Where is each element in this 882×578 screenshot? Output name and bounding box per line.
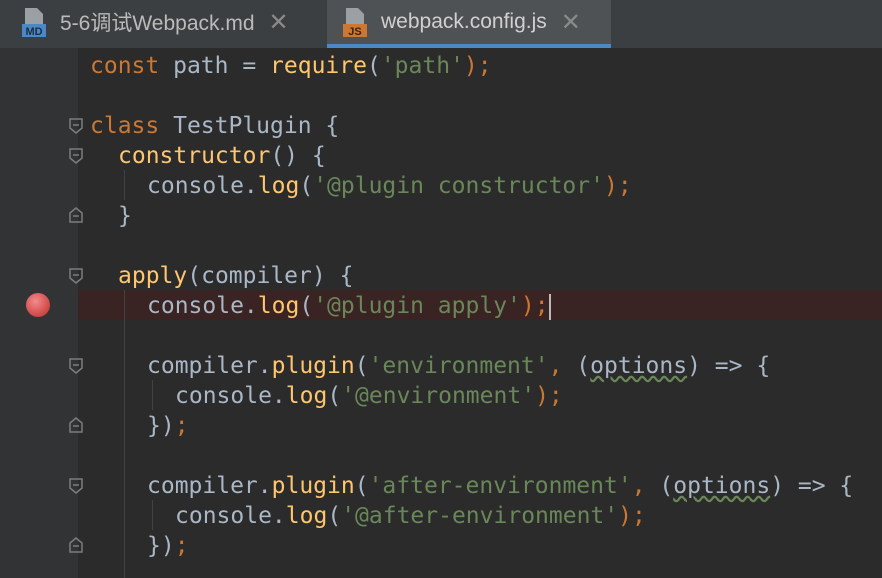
code-line[interactable]: console.log('@plugin constructor'); — [147, 171, 632, 201]
fold-open-icon[interactable] — [68, 147, 84, 165]
indent-guide — [152, 380, 153, 410]
fold-close-icon[interactable] — [68, 416, 84, 434]
editor-tab-bar: MD 5-6调试Webpack.md ✕ JS webpack.config.j… — [0, 0, 882, 49]
code-line[interactable]: compiler.plugin('environment', (options)… — [147, 351, 770, 381]
fold-close-icon[interactable] — [68, 536, 84, 554]
fold-open-icon[interactable] — [68, 477, 84, 495]
tab-label: 5-6调试Webpack.md — [60, 12, 255, 35]
indent-guide — [124, 290, 125, 578]
code-line[interactable]: apply(compiler) { — [118, 261, 353, 291]
code-line[interactable]: console.log('@after-environment'); — [175, 501, 646, 531]
fold-close-icon[interactable] — [68, 206, 84, 224]
svg-text:MD: MD — [25, 26, 42, 38]
markdown-file-icon: MD — [20, 6, 50, 38]
text-cursor — [548, 293, 551, 320]
tab-label: webpack.config.js — [381, 10, 547, 33]
fold-open-icon[interactable] — [68, 267, 84, 285]
tab-markdown-file[interactable]: MD 5-6调试Webpack.md ✕ — [20, 0, 325, 44]
close-tab-icon[interactable]: ✕ — [561, 8, 581, 37]
close-tab-icon[interactable]: ✕ — [269, 8, 289, 37]
code-line[interactable]: console.log('@environment'); — [175, 381, 563, 411]
code-line-breakpoint[interactable]: console.log('@plugin apply'); — [147, 291, 551, 321]
indent-guide — [124, 170, 125, 200]
code-line[interactable]: }); — [147, 411, 189, 441]
code-line[interactable]: }); — [147, 531, 189, 561]
code-line[interactable]: class TestPlugin { — [90, 111, 339, 141]
tab-webpack-config[interactable]: JS webpack.config.js ✕ — [327, 0, 611, 48]
javascript-file-icon: JS — [341, 6, 371, 38]
svg-text:JS: JS — [348, 26, 361, 38]
indent-guide — [152, 500, 153, 530]
code-line[interactable]: const path = require('path'); — [90, 51, 492, 81]
code-line[interactable]: compiler.plugin('after-environment', (op… — [147, 471, 853, 501]
breakpoint-icon[interactable] — [26, 293, 50, 317]
code-line[interactable]: constructor() { — [118, 141, 326, 171]
fold-open-icon[interactable] — [68, 357, 84, 375]
code-line[interactable]: } — [118, 201, 132, 231]
fold-open-icon[interactable] — [68, 117, 84, 135]
